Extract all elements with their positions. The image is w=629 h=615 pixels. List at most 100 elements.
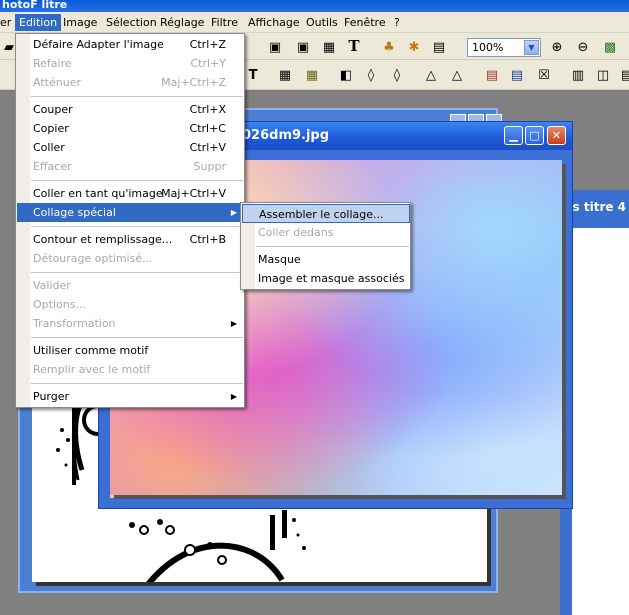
color-adjust-icon[interactable]: ▤ <box>483 66 501 84</box>
text-tool-icon[interactable]: T <box>345 37 363 55</box>
menu-item-cut[interactable]: Couper Ctrl+X <box>17 100 244 119</box>
zoom-out-icon[interactable]: ⊖ <box>574 38 592 56</box>
chevron-right-icon: ▶ <box>230 392 237 401</box>
menu-item-copy[interactable]: Copier Ctrl+C <box>17 119 244 138</box>
menu-item-label: Défaire Adapter l'image <box>33 38 164 51</box>
menu-separator <box>31 337 243 338</box>
menu-item-label: Détourage optimisé... <box>33 252 153 265</box>
menu-item-label: Coller <box>33 141 65 154</box>
menu-item-validate[interactable]: Valider <box>17 276 244 295</box>
menu-item-label: Effacer <box>33 160 72 173</box>
document-export-icon[interactable]: ▣ <box>294 38 312 56</box>
menu-affichage[interactable]: Affichage <box>244 14 304 31</box>
menu-filtre[interactable]: Filtre <box>207 14 242 31</box>
menu-selection[interactable]: Sélection <box>102 14 161 31</box>
puzzle-icon[interactable]: ✱ <box>405 38 423 56</box>
menu-item-label: Options... <box>33 298 86 311</box>
submenu-item-assemble-collage[interactable]: Assembler le collage... <box>242 204 410 223</box>
right-document-canvas[interactable] <box>572 228 629 615</box>
menu-item-shortcut: Ctrl+V <box>189 141 226 154</box>
maximize-icon[interactable]: □ <box>525 126 544 145</box>
layers-palette-icon[interactable]: ▤ <box>618 66 629 84</box>
chevron-down-icon[interactable]: ▼ <box>524 40 539 55</box>
menu-edition[interactable]: Edition <box>15 14 62 31</box>
menu-item-label: Copier <box>33 122 69 135</box>
menu-item-shortcut: Maj+Ctrl+Z <box>161 76 226 89</box>
menu-item-purge[interactable]: Purger ▶ <box>17 387 244 406</box>
layer-icon[interactable]: ◧ <box>337 66 355 84</box>
zoom-value: 100% <box>472 41 504 54</box>
menu-item-options[interactable]: Options... <box>17 295 244 314</box>
menu-item-label: Image et masque associés <box>258 272 405 285</box>
zoom-in-icon[interactable]: ⊕ <box>548 38 566 56</box>
menu-item-paste-as-image[interactable]: Coller en tant qu'image Maj+Ctrl+V <box>17 184 244 203</box>
submenu-item-paste-into[interactable]: Coller dedans <box>242 223 410 242</box>
menu-fichier[interactable]: er <box>0 14 15 31</box>
menu-item-fade[interactable]: Atténuer Maj+Ctrl+Z <box>17 73 244 92</box>
menu-item-undo[interactable]: Défaire Adapter l'image Ctrl+Z <box>17 35 244 54</box>
menu-separator <box>31 272 243 273</box>
zoom-combo[interactable]: 100% ▼ <box>467 38 541 57</box>
book-icon[interactable]: ▥ <box>569 66 587 84</box>
menu-item-shortcut: Ctrl+X <box>189 103 226 116</box>
menu-item-label: Contour et remplissage... <box>33 233 173 246</box>
menu-item-shortcut: Ctrl+C <box>189 122 226 135</box>
minimize-icon[interactable]: ▁ <box>504 126 523 145</box>
document-image-icon[interactable]: ▦ <box>320 38 338 56</box>
menu-item-shortcut: Ctrl+Z <box>189 38 226 51</box>
menu-help[interactable]: ? <box>390 14 404 31</box>
document-icon[interactable]: ▣ <box>266 38 284 56</box>
app-title: hotoF litre <box>2 0 68 11</box>
menu-separator <box>256 246 409 247</box>
menu-item-label: Coller dedans <box>258 226 334 239</box>
menu-separator <box>31 96 243 97</box>
menu-item-shortcut: Suppr <box>193 160 226 173</box>
menu-item-label: Coller en tant qu'image <box>33 187 163 200</box>
submenu-item-image-and-mask[interactable]: Image et masque associés <box>242 269 410 288</box>
pattern-grid-icon[interactable]: ▦ <box>303 66 321 84</box>
menu-item-smart-extract[interactable]: Détourage optimisé... <box>17 249 244 268</box>
menu-bar: er Edition Image Sélection Réglage Filtr… <box>0 12 629 33</box>
levels-icon[interactable]: ▤ <box>508 66 526 84</box>
submenu-item-mask[interactable]: Masque <box>242 250 410 269</box>
menu-separator <box>31 226 243 227</box>
menu-item-shortcut: Maj+Ctrl+V <box>161 187 226 200</box>
menu-item-fill-pattern[interactable]: Remplir avec le motif <box>17 360 244 379</box>
menu-outils[interactable]: Outils <box>302 14 342 31</box>
menu-item-label: Collage spécial <box>33 206 116 219</box>
menu-separator <box>31 180 243 181</box>
drop-filled-icon[interactable]: ◊ <box>388 66 406 84</box>
close-icon[interactable]: ✕ <box>547 126 566 145</box>
menu-item-label: Refaire <box>33 57 72 70</box>
effects-icon[interactable]: ☒ <box>535 66 553 84</box>
window-icon[interactable]: ▤ <box>430 38 448 56</box>
menu-fenetre[interactable]: Fenêtre <box>340 14 390 31</box>
menu-item-transform[interactable]: Transformation ▶ <box>17 314 244 333</box>
menu-item-label: Transformation <box>33 317 116 330</box>
front-window-title: 026dm9.jpg <box>242 128 330 143</box>
menu-item-label: Couper <box>33 103 73 116</box>
right-window-title: ns titre 4 <box>564 200 627 214</box>
chevron-right-icon: ▶ <box>230 208 237 217</box>
panel-icon[interactable]: ◫ <box>594 66 612 84</box>
text-cursor-icon[interactable]: T <box>244 66 262 84</box>
fit-screen-icon[interactable]: ▩ <box>601 38 619 56</box>
menu-item-redo[interactable]: Refaire Ctrl+Y <box>17 54 244 73</box>
menu-item-stroke-fill[interactable]: Contour et remplissage... Ctrl+B <box>17 230 244 249</box>
menu-item-clear[interactable]: Effacer Suppr <box>17 157 244 176</box>
chevron-right-icon: ▶ <box>230 319 237 328</box>
menu-separator <box>31 383 243 384</box>
cone-icon[interactable]: △ <box>422 66 440 84</box>
menu-item-use-as-pattern[interactable]: Utiliser comme motif <box>17 341 244 360</box>
menu-item-label: Valider <box>33 279 71 292</box>
menu-item-paste[interactable]: Coller Ctrl+V <box>17 138 244 157</box>
menu-item-shortcut: Ctrl+Y <box>190 57 226 70</box>
drop-icon[interactable]: ◊ <box>362 66 380 84</box>
menu-item-paste-special[interactable]: Collage spécial ▶ <box>17 203 244 222</box>
menu-reglage[interactable]: Réglage <box>156 14 208 31</box>
edition-menu: Défaire Adapter l'image Ctrl+Z Refaire C… <box>15 33 245 408</box>
tree-icon[interactable]: ♣ <box>380 38 398 56</box>
menu-image[interactable]: Image <box>59 14 101 31</box>
cone-stack-icon[interactable]: △ <box>448 66 466 84</box>
grid-icon[interactable]: ▦ <box>276 66 294 84</box>
